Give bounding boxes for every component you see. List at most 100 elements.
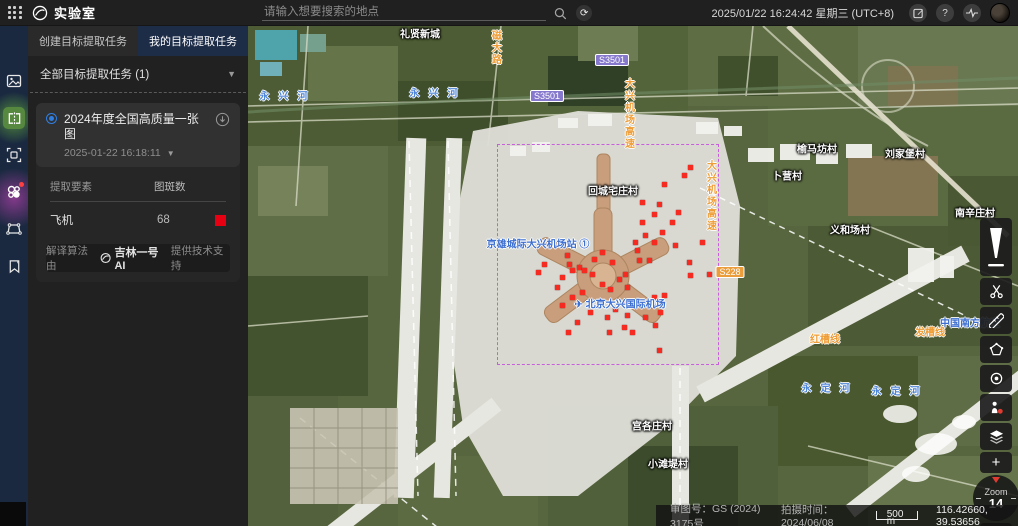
- aircraft-marker[interactable]: [588, 310, 593, 315]
- aircraft-marker[interactable]: [660, 230, 665, 235]
- aircraft-marker[interactable]: [582, 268, 587, 273]
- feature-count: 68: [157, 214, 215, 226]
- aircraft-marker[interactable]: [652, 212, 657, 217]
- aircraft-marker[interactable]: [610, 260, 615, 265]
- cursor-coordinates: 116.42660, 39.53656: [936, 504, 1008, 526]
- aircraft-marker[interactable]: [637, 258, 642, 263]
- aircraft-marker[interactable]: [687, 260, 692, 265]
- aircraft-marker[interactable]: [657, 348, 662, 353]
- aircraft-marker[interactable]: [657, 202, 662, 207]
- task-group: 2024年度全国高质量一张图 2025-01-22 16:18:11 ▼ 提取要…: [36, 103, 240, 282]
- ai-extract-icon[interactable]: [3, 181, 25, 203]
- locate-tool[interactable]: [980, 365, 1012, 392]
- tab-create-task[interactable]: 创建目标提取任务: [28, 26, 138, 56]
- search-input[interactable]: [262, 5, 546, 21]
- aircraft-marker[interactable]: [622, 325, 627, 330]
- help-icon[interactable]: ?: [936, 4, 954, 22]
- region-select-icon[interactable]: [3, 144, 25, 166]
- aircraft-marker[interactable]: [605, 315, 610, 320]
- aircraft-marker[interactable]: [560, 303, 565, 308]
- imagery-icon[interactable]: [3, 70, 25, 92]
- aircraft-marker[interactable]: [600, 250, 605, 255]
- aircraft-marker[interactable]: [648, 303, 653, 308]
- aircraft-marker[interactable]: [652, 295, 657, 300]
- search-icon[interactable]: [554, 7, 567, 20]
- task-panel: 创建目标提取任务 我的目标提取任务 全部目标提取任务 (1) ▼ 2024年度全…: [28, 26, 248, 526]
- aircraft-marker[interactable]: [643, 315, 648, 320]
- chevron-down-icon[interactable]: ▼: [167, 149, 175, 158]
- aircraft-marker[interactable]: [536, 270, 541, 275]
- aircraft-marker[interactable]: [580, 290, 585, 295]
- polygon-tool[interactable]: [980, 336, 1012, 363]
- aircraft-marker[interactable]: [688, 273, 693, 278]
- aircraft-marker[interactable]: [707, 272, 712, 277]
- aircraft-marker[interactable]: [688, 165, 693, 170]
- layers-tool[interactable]: [980, 423, 1012, 450]
- tab-my-tasks[interactable]: 我的目标提取任务: [138, 26, 248, 56]
- aircraft-marker[interactable]: [592, 257, 597, 262]
- aircraft-marker[interactable]: [597, 300, 602, 305]
- aircraft-marker[interactable]: [555, 285, 560, 290]
- aircraft-marker[interactable]: [633, 240, 638, 245]
- map-viewport[interactable]: 回城宅庄村京雄城际大兴机场站 ①✈ 北京大兴国际机场中国南方航空礼贤新城榆马坊村…: [248, 26, 1018, 526]
- rail-footer: [0, 502, 26, 526]
- bookmark-icon[interactable]: [3, 255, 25, 277]
- aircraft-marker[interactable]: [613, 307, 618, 312]
- aircraft-marker[interactable]: [623, 300, 628, 305]
- aircraft-marker[interactable]: [570, 268, 575, 273]
- map-status-bar: 审图号：GS (2024) 3175号 拍摄时间：2024/06/08 500 …: [656, 505, 1018, 526]
- aircraft-marker[interactable]: [700, 240, 705, 245]
- jilin1-logo-icon: [100, 252, 111, 264]
- aircraft-marker[interactable]: [570, 295, 575, 300]
- aircraft-marker[interactable]: [635, 248, 640, 253]
- aircraft-marker[interactable]: [630, 330, 635, 335]
- aircraft-marker[interactable]: [565, 253, 570, 258]
- aircraft-marker[interactable]: [542, 262, 547, 267]
- aircraft-marker[interactable]: [643, 233, 648, 238]
- feedback-icon[interactable]: [909, 4, 927, 22]
- aircraft-marker[interactable]: [623, 272, 628, 277]
- app-grid-icon[interactable]: [8, 6, 22, 20]
- activity-pulse-icon[interactable]: [963, 4, 981, 22]
- user-avatar[interactable]: [990, 3, 1010, 23]
- aircraft-marker[interactable]: [653, 323, 658, 328]
- task-radio[interactable]: [46, 113, 57, 124]
- aircraft-marker[interactable]: [662, 293, 667, 298]
- street-view-tool[interactable]: [980, 394, 1012, 421]
- aircraft-marker[interactable]: [575, 320, 580, 325]
- aircraft-marker[interactable]: [625, 313, 630, 318]
- reset-search-icon[interactable]: ⟳: [576, 5, 592, 21]
- swipe-wedge-icon: [988, 228, 1004, 258]
- polygon-draw-icon[interactable]: [3, 218, 25, 240]
- aircraft-marker[interactable]: [673, 243, 678, 248]
- aircraft-marker[interactable]: [625, 285, 630, 290]
- aircraft-marker[interactable]: [590, 272, 595, 277]
- aircraft-marker[interactable]: [617, 277, 622, 282]
- aircraft-marker[interactable]: [652, 240, 657, 245]
- clip-tool[interactable]: [980, 278, 1012, 305]
- compare-split-icon[interactable]: [3, 107, 25, 129]
- aircraft-marker[interactable]: [600, 282, 605, 287]
- measure-tool[interactable]: [980, 307, 1012, 334]
- aircraft-marker[interactable]: [647, 258, 652, 263]
- aircraft-marker[interactable]: [566, 330, 571, 335]
- aircraft-marker[interactable]: [640, 220, 645, 225]
- task-card[interactable]: 2024年度全国高质量一张图 2025-01-22 16:18:11 ▼: [36, 103, 240, 167]
- swipe-compare-tool[interactable]: [980, 218, 1012, 276]
- aircraft-marker[interactable]: [567, 262, 572, 267]
- download-icon[interactable]: [215, 112, 230, 127]
- aircraft-marker[interactable]: [682, 173, 687, 178]
- aircraft-marker[interactable]: [640, 200, 645, 205]
- aircraft-marker[interactable]: [662, 182, 667, 187]
- zoom-in-button[interactable]: +: [980, 452, 1012, 473]
- aircraft-marker[interactable]: [658, 310, 663, 315]
- aircraft-marker[interactable]: [670, 220, 675, 225]
- aircraft-marker[interactable]: [676, 210, 681, 215]
- aircraft-marker[interactable]: [608, 287, 613, 292]
- task-filter-dropdown[interactable]: 全部目标提取任务 (1) ▼: [28, 56, 248, 92]
- aircraft-marker[interactable]: [607, 330, 612, 335]
- datetime-display: 2025/01/22 16:24:42 星期三 (UTC+8): [711, 5, 894, 21]
- aircraft-marker[interactable]: [560, 275, 565, 280]
- table-row[interactable]: 飞机 68: [50, 202, 226, 230]
- ai-attribution: 解译算法由 吉林一号AI 提供技术支持: [46, 244, 230, 272]
